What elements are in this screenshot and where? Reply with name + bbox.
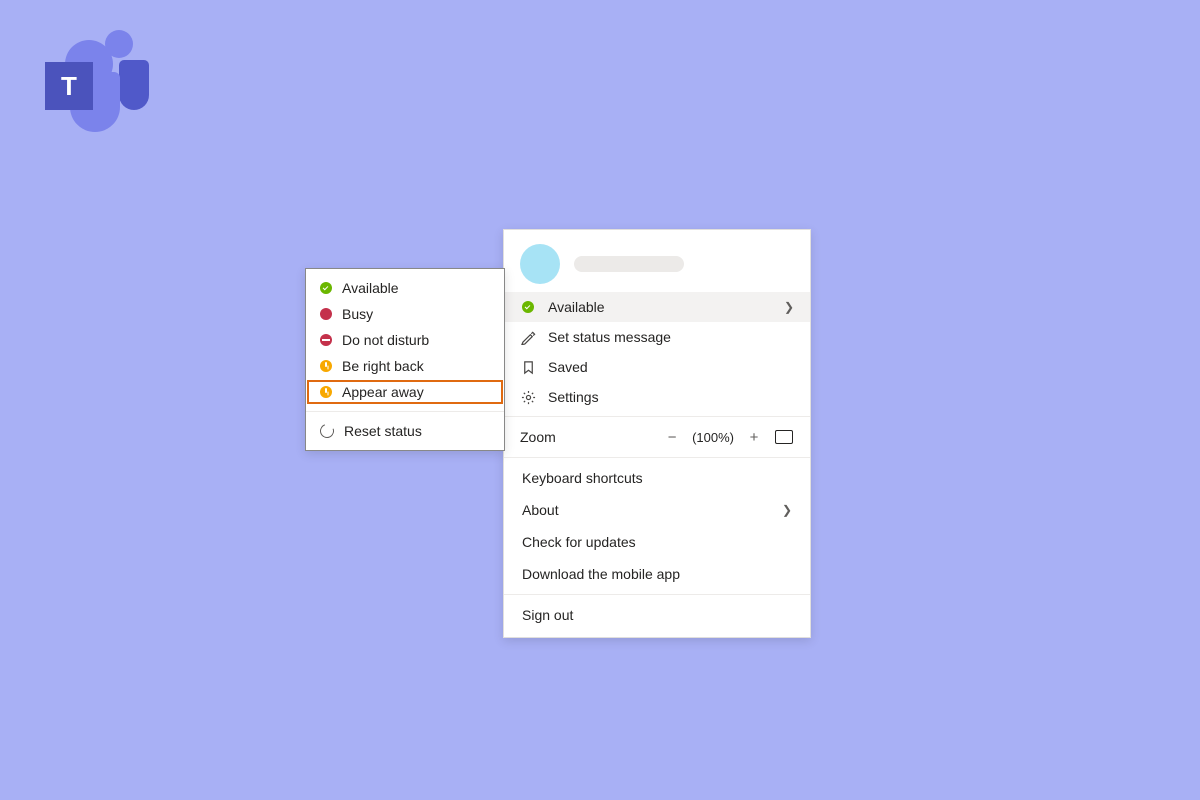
menu-item-settings[interactable]: Settings [504, 382, 810, 412]
status-submenu: Available Busy Do not disturb Be right b… [305, 268, 505, 451]
chevron-right-icon: ❯ [784, 300, 794, 314]
status-reset[interactable]: Reset status [306, 418, 504, 444]
menu-item-download-mobile[interactable]: Download the mobile app [504, 558, 810, 590]
menu-item-label: Settings [548, 389, 794, 405]
zoom-percent: (100%) [692, 430, 734, 445]
status-reset-section: Reset status [306, 412, 504, 450]
menu-section-more: Keyboard shortcuts About ❯ Check for upd… [504, 458, 810, 594]
zoom-controls: Zoom − (100%) + [504, 417, 810, 457]
status-available-icon [320, 282, 332, 294]
status-busy-icon [320, 308, 332, 320]
status-label: Appear away [342, 384, 424, 400]
status-label: Be right back [342, 358, 424, 374]
menu-item-saved[interactable]: Saved [504, 352, 810, 382]
status-label: Busy [342, 306, 373, 322]
status-brb-icon [320, 360, 332, 372]
user-name-placeholder [574, 256, 684, 272]
menu-item-keyboard-shortcuts[interactable]: Keyboard shortcuts [504, 462, 810, 494]
teams-logo: T [45, 30, 155, 130]
status-label: Reset status [344, 423, 422, 439]
edit-icon [520, 329, 536, 345]
menu-item-set-status[interactable]: Set status message [504, 322, 810, 352]
status-option-brb[interactable]: Be right back [306, 353, 504, 379]
menu-item-label: Sign out [522, 607, 573, 623]
menu-item-label: Check for updates [522, 534, 792, 550]
menu-item-check-updates[interactable]: Check for updates [504, 526, 810, 558]
fullscreen-button[interactable] [774, 427, 794, 447]
bookmark-icon [520, 359, 536, 375]
zoom-in-button[interactable]: + [744, 427, 764, 447]
status-label: Available [342, 280, 399, 296]
reset-icon [318, 422, 337, 441]
status-option-busy[interactable]: Busy [306, 301, 504, 327]
status-option-dnd[interactable]: Do not disturb [306, 327, 504, 353]
menu-section-status: Available ❯ Set status message Saved Set… [504, 288, 810, 416]
status-away-icon [320, 386, 332, 398]
logo-shape [119, 60, 149, 110]
logo-tile: T [45, 62, 93, 110]
menu-item-about[interactable]: About ❯ [504, 494, 810, 526]
status-label: Do not disturb [342, 332, 429, 348]
profile-header [504, 230, 810, 288]
status-options: Available Busy Do not disturb Be right b… [306, 269, 504, 411]
status-available-icon [520, 299, 536, 315]
menu-item-label: Keyboard shortcuts [522, 470, 792, 486]
menu-item-label: About [522, 502, 782, 518]
menu-item-label: Saved [548, 359, 794, 375]
zoom-out-button[interactable]: − [662, 427, 682, 447]
menu-item-sign-out[interactable]: Sign out [504, 595, 810, 637]
status-option-available[interactable]: Available [306, 275, 504, 301]
profile-menu: Available ❯ Set status message Saved Set… [503, 229, 811, 638]
menu-item-status[interactable]: Available ❯ [504, 292, 810, 322]
status-dnd-icon [320, 334, 332, 346]
chevron-right-icon: ❯ [782, 503, 792, 517]
menu-item-label: Available [548, 299, 772, 315]
avatar[interactable] [520, 244, 560, 284]
fullscreen-icon [775, 430, 793, 444]
gear-icon [520, 389, 536, 405]
menu-item-label: Download the mobile app [522, 566, 792, 582]
status-option-appear-away[interactable]: Appear away [306, 379, 504, 405]
menu-item-label: Set status message [548, 329, 794, 345]
zoom-label: Zoom [520, 429, 652, 445]
